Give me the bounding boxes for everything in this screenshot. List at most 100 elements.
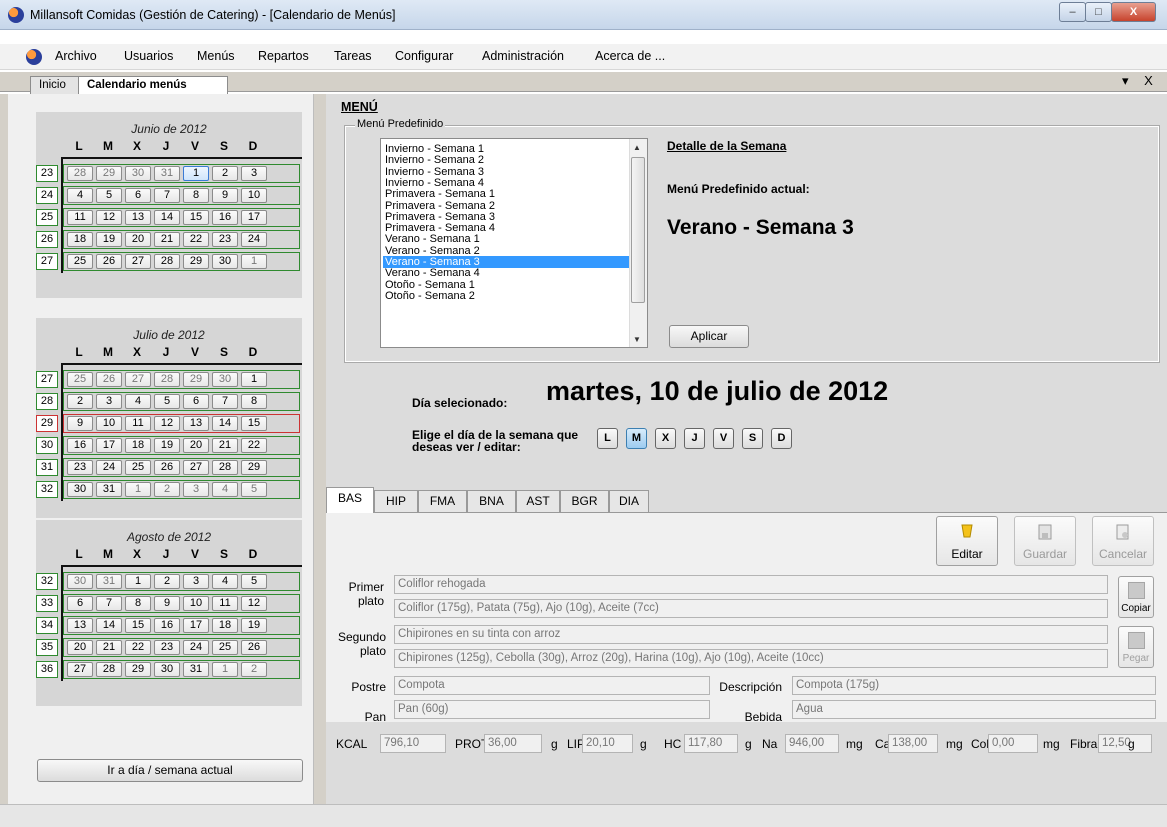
diet-tab[interactable]: HIP <box>374 490 418 512</box>
calendar-day[interactable]: 11 <box>67 210 93 225</box>
calendar-day[interactable]: 24 <box>96 460 122 475</box>
calendar-day[interactable]: 30 <box>67 482 93 497</box>
calendar-day[interactable]: 2 <box>241 662 267 677</box>
week-number[interactable]: 27 <box>36 371 58 388</box>
maximize-button[interactable]: □ <box>1085 2 1112 22</box>
calendar-day[interactable]: 6 <box>67 596 93 611</box>
calendar-day[interactable]: 22 <box>125 640 151 655</box>
calendar-day[interactable]: 11 <box>212 596 238 611</box>
calendar-day[interactable]: 1 <box>241 372 267 387</box>
menu-acerca-de[interactable]: Acerca de ... <box>595 49 665 63</box>
diet-tab[interactable]: BNA <box>467 490 516 512</box>
week-number[interactable]: 32 <box>36 573 58 590</box>
calendar-day[interactable]: 27 <box>183 460 209 475</box>
predefined-menu-item[interactable]: Verano - Semana 4 <box>385 267 629 279</box>
calendar-day[interactable]: 10 <box>96 416 122 431</box>
predefined-menu-item[interactable]: Otoño - Semana 2 <box>385 290 629 302</box>
calendar-day[interactable]: 14 <box>96 618 122 633</box>
calendar-day[interactable]: 2 <box>154 482 180 497</box>
calendar-day[interactable]: 4 <box>212 574 238 589</box>
menu-archivo[interactable]: Archivo <box>55 49 97 63</box>
calendar-day[interactable]: 8 <box>125 596 151 611</box>
day-chooser-button[interactable]: X <box>655 428 676 449</box>
calendar-day[interactable]: 6 <box>125 188 151 203</box>
predefined-menu-item[interactable]: Verano - Semana 3 <box>383 256 629 268</box>
apply-button[interactable]: Aplicar <box>669 325 749 348</box>
calendar-day[interactable]: 18 <box>212 618 238 633</box>
week-number[interactable]: 30 <box>36 437 58 454</box>
menu-usuarios[interactable]: Usuarios <box>124 49 173 63</box>
calendar-day[interactable]: 17 <box>96 438 122 453</box>
calendar-day[interactable]: 22 <box>241 438 267 453</box>
calendar-day[interactable]: 15 <box>125 618 151 633</box>
calendar-day[interactable]: 28 <box>67 166 93 181</box>
scroll-down-icon[interactable]: ▼ <box>633 335 641 344</box>
calendar-day[interactable]: 14 <box>154 210 180 225</box>
calendar-day[interactable]: 8 <box>183 188 209 203</box>
calendar-day[interactable]: 25 <box>67 372 93 387</box>
segundo-plato-detail-field[interactable]: Chipirones (125g), Cebolla (30g), Arroz … <box>394 649 1108 668</box>
predefined-menu-item[interactable]: Invierno - Semana 2 <box>385 154 629 166</box>
pan-field[interactable]: Pan (60g) <box>394 700 710 719</box>
nutrition-value-field[interactable]: 0,00 <box>988 734 1038 753</box>
calendar-day[interactable]: 21 <box>212 438 238 453</box>
calendar-day[interactable]: 5 <box>96 188 122 203</box>
calendar-day[interactable]: 29 <box>183 372 209 387</box>
calendar-day[interactable]: 12 <box>96 210 122 225</box>
calendar-day[interactable]: 22 <box>183 232 209 247</box>
day-chooser-button[interactable]: J <box>684 428 705 449</box>
calendar-day[interactable]: 12 <box>154 416 180 431</box>
predefined-menu-item[interactable]: Primavera - Semana 2 <box>385 200 629 212</box>
calendar-day[interactable]: 21 <box>96 640 122 655</box>
menu-administracion[interactable]: Administración <box>482 49 564 63</box>
calendar-day[interactable]: 26 <box>96 372 122 387</box>
calendar-day[interactable]: 26 <box>154 460 180 475</box>
descripcion-field[interactable]: Compota (175g) <box>792 676 1156 695</box>
calendar-day[interactable]: 23 <box>154 640 180 655</box>
calendar-day[interactable]: 28 <box>212 460 238 475</box>
calendar-day[interactable]: 3 <box>241 166 267 181</box>
week-number[interactable]: 28 <box>36 393 58 410</box>
calendar-day[interactable]: 30 <box>212 254 238 269</box>
calendar-day[interactable]: 4 <box>125 394 151 409</box>
calendar-day[interactable]: 9 <box>67 416 93 431</box>
calendar-day[interactable]: 29 <box>183 254 209 269</box>
calendar-day[interactable]: 2 <box>212 166 238 181</box>
calendar-day[interactable]: 30 <box>67 574 93 589</box>
calendar-day[interactable]: 7 <box>154 188 180 203</box>
minimize-button[interactable]: – <box>1059 2 1086 22</box>
app-menu-icon[interactable] <box>26 49 42 65</box>
calendar-day[interactable]: 8 <box>241 394 267 409</box>
cancel-button[interactable]: Cancelar <box>1092 516 1154 566</box>
diet-tab[interactable]: FMA <box>418 490 467 512</box>
nutrition-value-field[interactable]: 796,10 <box>380 734 446 753</box>
week-number[interactable]: 31 <box>36 459 58 476</box>
menu-tareas[interactable]: Tareas <box>334 49 372 63</box>
calendar-day[interactable]: 26 <box>96 254 122 269</box>
day-chooser-button[interactable]: V <box>713 428 734 449</box>
week-number[interactable]: 34 <box>36 617 58 634</box>
calendar-day[interactable]: 27 <box>67 662 93 677</box>
predefined-menu-item[interactable]: Invierno - Semana 3 <box>385 166 629 178</box>
calendar-day[interactable]: 12 <box>241 596 267 611</box>
calendar-day[interactable]: 24 <box>183 640 209 655</box>
calendar-day[interactable]: 17 <box>183 618 209 633</box>
primer-plato-detail-field[interactable]: Coliflor (175g), Patata (75g), Ajo (10g)… <box>394 599 1108 618</box>
week-number[interactable]: 26 <box>36 231 58 248</box>
calendar-day[interactable]: 29 <box>241 460 267 475</box>
calendar-day[interactable]: 5 <box>241 482 267 497</box>
week-number[interactable]: 35 <box>36 639 58 656</box>
list-scroll-thumb[interactable] <box>631 157 645 303</box>
scroll-up-icon[interactable]: ▲ <box>633 143 641 152</box>
week-number[interactable]: 33 <box>36 595 58 612</box>
calendar-day[interactable]: 7 <box>212 394 238 409</box>
calendar-day[interactable]: 29 <box>125 662 151 677</box>
nutrition-value-field[interactable]: 12,50 <box>1098 734 1152 753</box>
calendar-day[interactable]: 28 <box>154 372 180 387</box>
predefined-menu-item[interactable]: Invierno - Semana 1 <box>385 143 629 155</box>
calendar-day[interactable]: 6 <box>183 394 209 409</box>
day-chooser-button[interactable]: D <box>771 428 792 449</box>
predefined-menu-item[interactable]: Primavera - Semana 3 <box>385 211 629 223</box>
tab-calendario-menus[interactable]: Calendario menús <box>78 76 228 94</box>
calendar-day[interactable]: 19 <box>241 618 267 633</box>
